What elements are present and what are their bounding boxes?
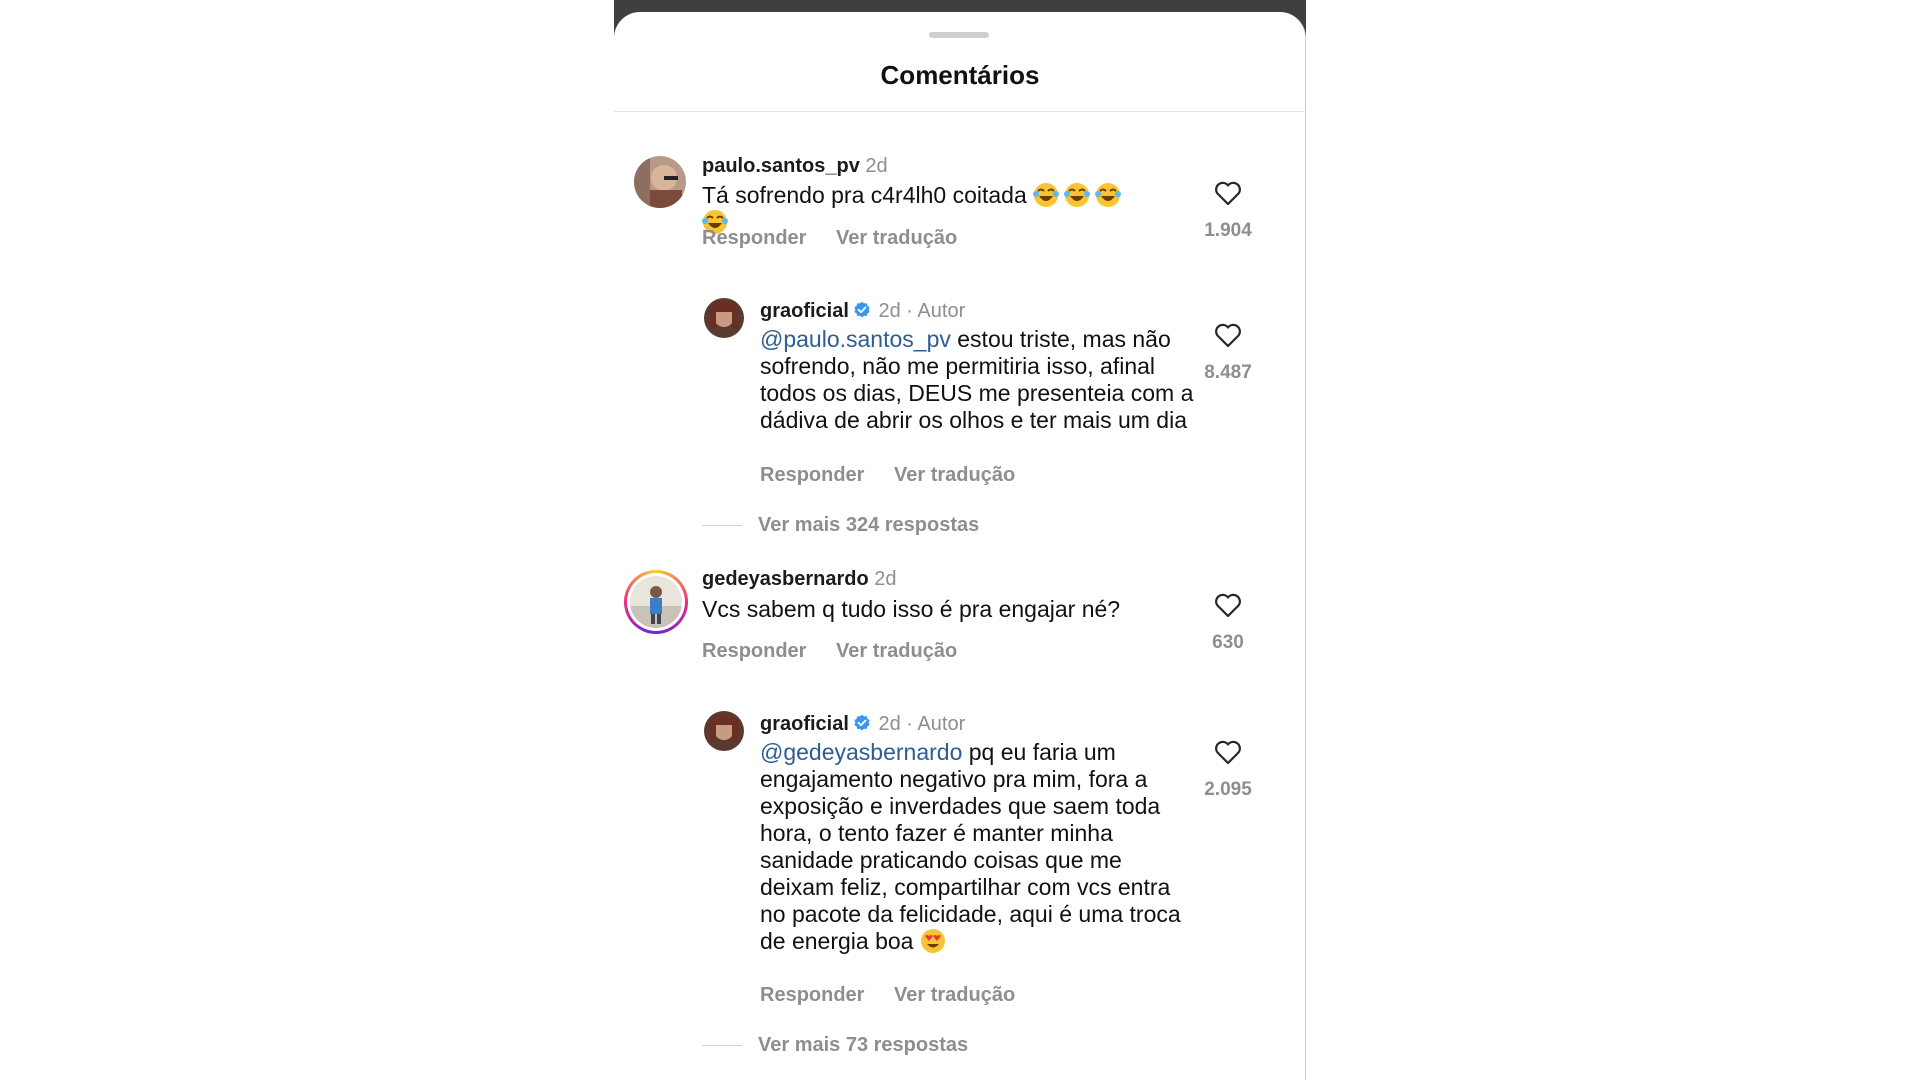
avatar-photo-icon [704,298,744,338]
heart-outline-icon[interactable] [1214,322,1242,348]
username[interactable]: paulo.santos_pv [702,155,860,177]
mention-link[interactable]: @gedeyasbernardo [760,739,962,765]
like-control: 630 [1192,592,1264,654]
author-badge: Autor [917,713,966,735]
heart-eyes-emoji-icon [920,929,945,953]
reply-text: @paulo.santos_pv estou triste, mas não s… [760,326,1200,434]
avatar-photo-icon [704,711,744,751]
reply-button[interactable]: Responder [760,464,864,486]
separator: · [906,713,913,735]
sheet-title: Comentários [880,60,1040,90]
avatar[interactable] [634,156,686,208]
reply-button[interactable]: Responder [702,227,806,249]
reply-actions: Responder Ver tradução [760,984,1039,1007]
mention-link[interactable]: @paulo.santos_pv [760,326,951,352]
reply-button[interactable]: Responder [702,640,806,662]
comment-actions: Responder Ver tradução [702,227,981,250]
username[interactable]: graoficial [760,300,849,322]
heart-outline-icon[interactable] [1214,739,1242,765]
comment-meta: paulo.santos_pv 2d [702,154,888,178]
avatar-photo-icon [634,156,686,208]
username[interactable]: graoficial [760,713,849,735]
reply-text: @gedeyasbernardo pq eu faria um engajame… [760,739,1200,955]
reply-meta: graoficial 2d · Autor [760,712,965,736]
comment-actions: Responder Ver tradução [702,640,981,663]
more-replies-line [702,525,742,526]
timestamp: 2d [865,155,888,177]
heart-outline-icon[interactable] [1214,180,1242,206]
reply-actions: Responder Ver tradução [760,464,1039,487]
reply-body: pq eu faria um engajamento negativo pra … [760,739,1181,954]
reply-button[interactable]: Responder [760,984,864,1006]
comment-meta: gedeyasbernardo 2d [702,567,897,591]
like-control: 1.904 [1192,180,1264,242]
like-count: 2.095 [1204,779,1252,800]
comments-sheet: Comentários paulo.santos_pv 2d Tá sofren… [614,12,1306,1080]
translate-button[interactable]: Ver tradução [894,984,1015,1006]
author-badge: Autor [917,300,966,322]
reply-avatar[interactable] [704,298,744,338]
timestamp: 2d [878,300,901,322]
view-more-replies-button[interactable]: Ver mais 73 respostas [758,1034,968,1057]
translate-button[interactable]: Ver tradução [894,464,1015,486]
story-ring-avatar[interactable] [624,570,688,634]
timestamp: 2d [878,713,901,735]
header-divider [614,111,1306,112]
heart-outline-icon[interactable] [1214,592,1242,618]
translate-button[interactable]: Ver tradução [836,640,957,662]
verified-badge-icon [854,301,870,318]
translate-button[interactable]: Ver tradução [836,227,957,249]
like-count: 1.904 [1204,220,1252,241]
username[interactable]: gedeyasbernardo [702,568,869,590]
separator: · [906,300,913,322]
more-replies-line [702,1045,742,1046]
timestamp: 2d [874,568,897,590]
laughing-emoji-icon [1064,183,1091,207]
comment-text: Vcs sabem q tudo isso é pra engajar né? [702,596,1121,622]
like-control: 8.487 [1192,322,1264,384]
avatar-photo-icon [630,576,682,628]
drag-handle[interactable] [929,32,989,38]
verified-badge-icon [854,714,870,731]
like-count: 630 [1212,632,1244,653]
like-count: 8.487 [1204,362,1252,383]
view-more-replies-button[interactable]: Ver mais 324 respostas [758,514,979,537]
comment-body: Tá sofrendo pra c4r4lh0 coitada [702,182,1027,208]
laughing-emoji-icon [1095,183,1122,207]
like-control: 2.095 [1192,739,1264,801]
reply-meta: graoficial 2d · Autor [760,299,965,323]
reply-avatar[interactable] [704,711,744,751]
laughing-emoji-icon [1033,183,1060,207]
